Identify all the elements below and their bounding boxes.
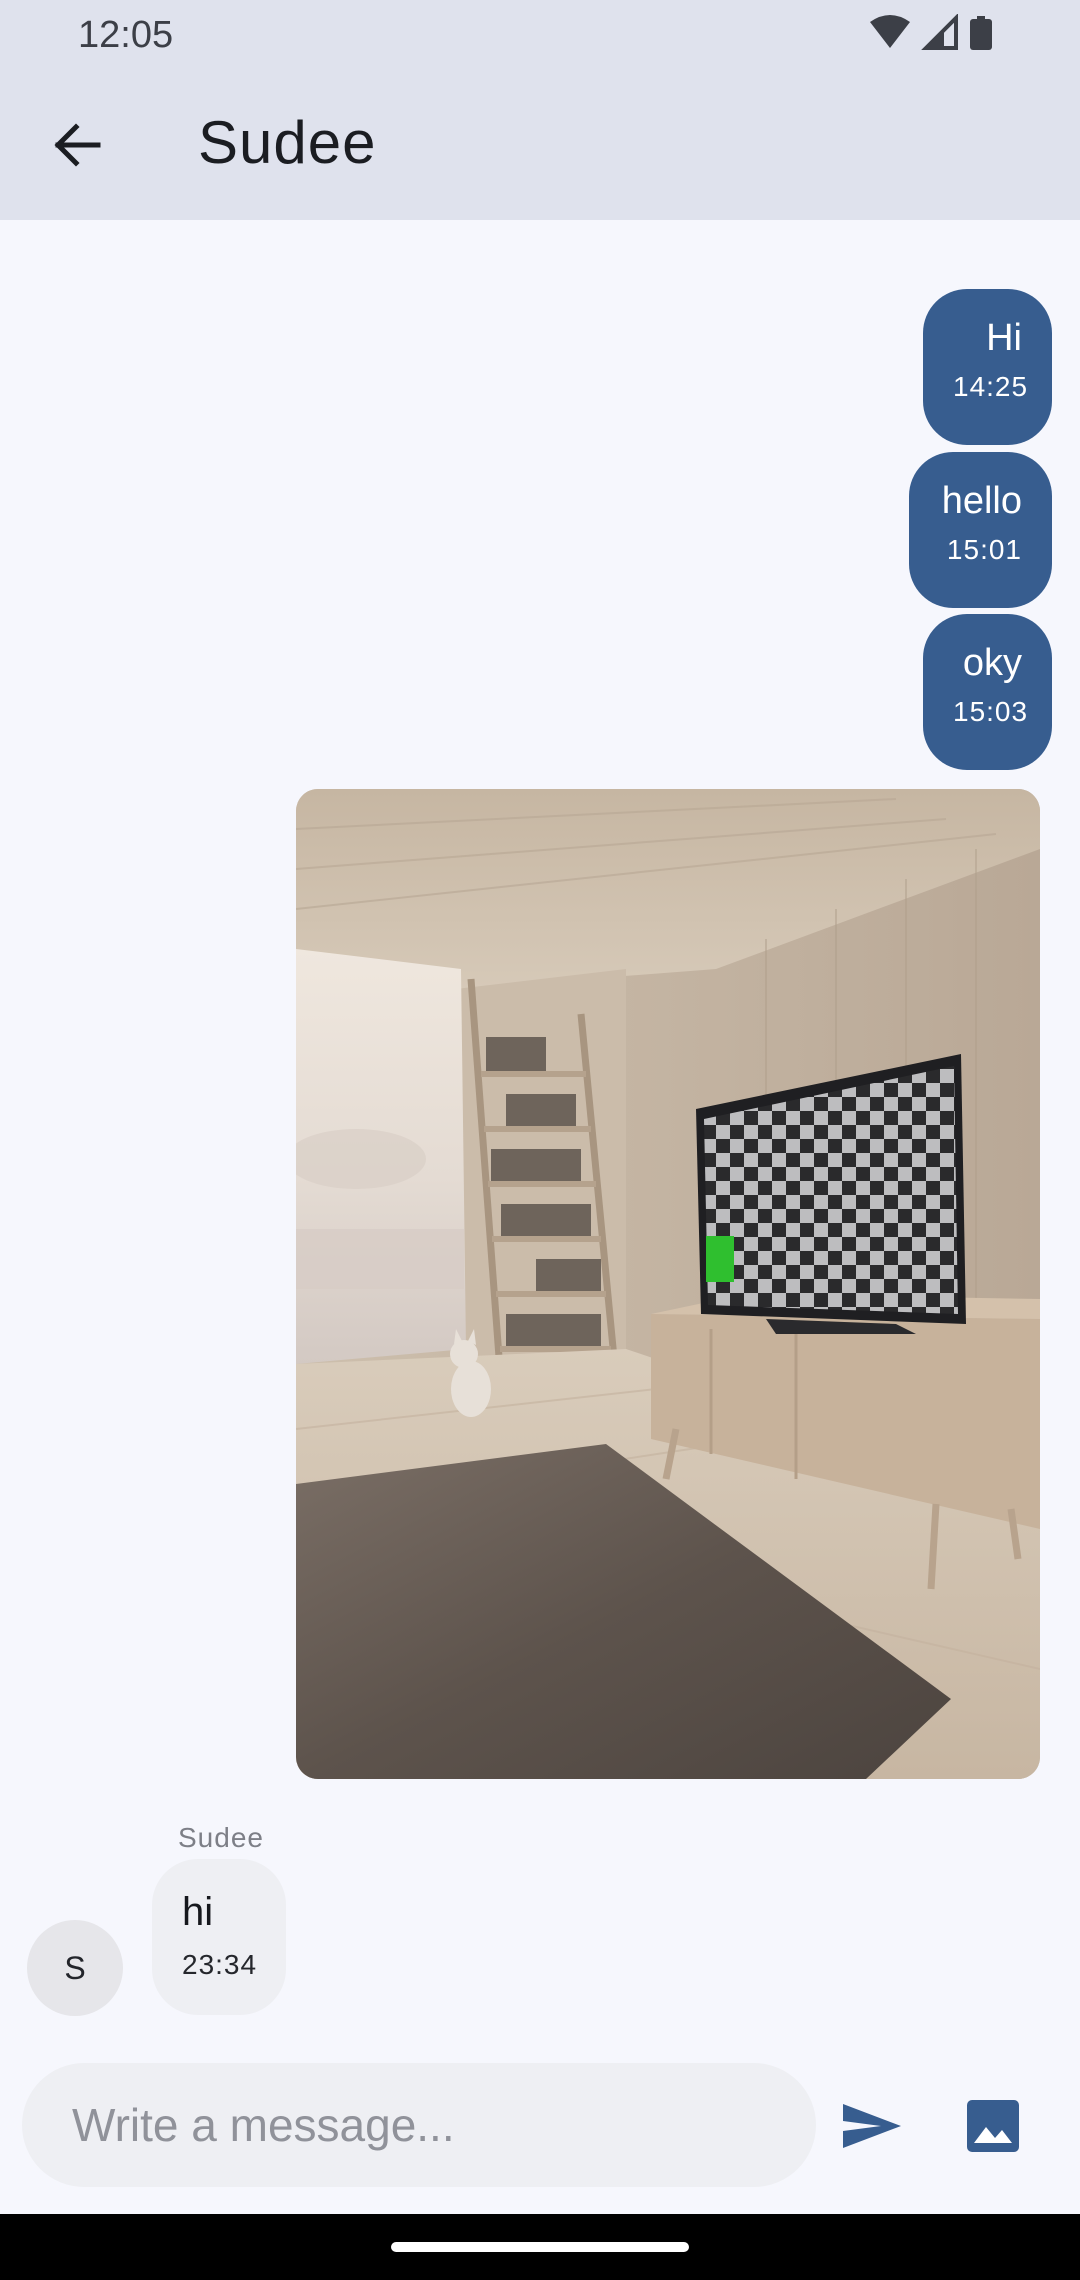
app-bar: Sudee (0, 70, 1080, 220)
message-time: 23:34 (182, 1949, 258, 1980)
room-photo (296, 789, 1040, 1779)
send-button[interactable] (836, 2086, 908, 2166)
message-bubble-outgoing[interactable]: Hi 14:25 (923, 289, 1052, 445)
message-text: hi (182, 1890, 214, 1934)
image-icon (967, 2100, 1019, 2152)
battery-icon (970, 16, 992, 50)
status-icons (868, 13, 1008, 54)
message-bubble-outgoing[interactable]: oky 15:03 (923, 614, 1052, 770)
message-bubble-incoming[interactable]: hi 23:34 (152, 1859, 286, 2015)
sender-name: Sudee (178, 1822, 264, 1853)
message-input[interactable] (22, 2063, 816, 2187)
wifi-icon (870, 15, 910, 48)
avatar[interactable]: S (27, 1920, 123, 2016)
status-time: 12:05 (78, 14, 174, 56)
message-text: Hi (986, 317, 1022, 359)
avatar-initial: S (64, 1949, 86, 1986)
message-time: 15:01 (946, 534, 1022, 565)
status-bar: 12:05 (0, 0, 1080, 70)
message-text: hello (941, 480, 1022, 522)
chat-screen: 12:05 Sudee Hi 14:25 hello 15:01 oky 15:… (0, 0, 1080, 2280)
message-text: oky (962, 642, 1022, 684)
message-bubble-outgoing[interactable]: hello 15:01 (909, 452, 1052, 608)
cellular-signal-icon (921, 13, 958, 50)
back-button[interactable] (36, 113, 118, 177)
home-indicator[interactable] (391, 2242, 689, 2252)
message-time: 15:03 (953, 696, 1029, 727)
navigation-bar (0, 2214, 1080, 2280)
attach-image-button[interactable] (957, 2074, 1029, 2178)
message-time: 14:25 (953, 371, 1029, 402)
image-message[interactable] (296, 789, 1040, 1779)
arrow-left-icon (54, 123, 101, 167)
chat-title: Sudee (198, 109, 377, 176)
send-icon (843, 2104, 901, 2148)
